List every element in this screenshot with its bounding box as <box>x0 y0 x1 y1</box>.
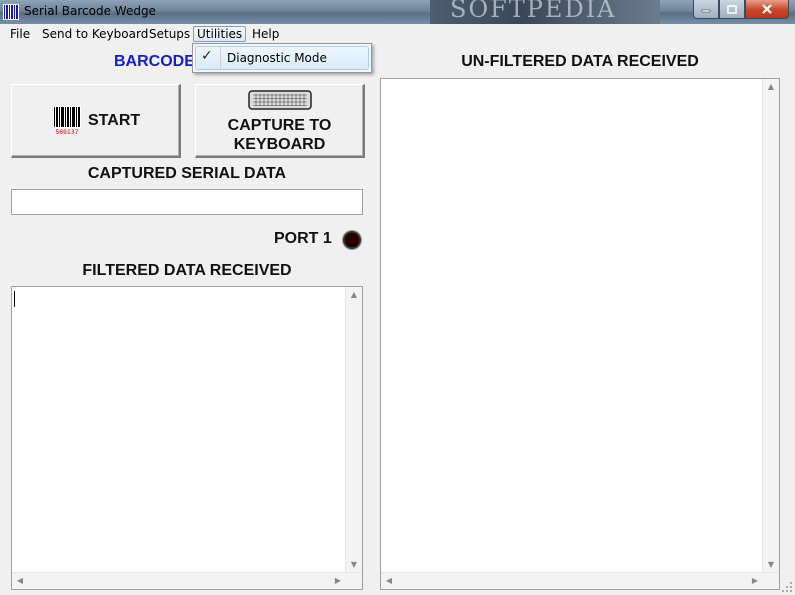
captured-serial-data-field[interactable] <box>11 189 363 215</box>
port-label: PORT 1 <box>274 230 332 247</box>
scroll-up-arrow-icon[interactable]: ▲ <box>763 79 779 95</box>
title-bar[interactable]: Serial Barcode Wedge SOFTPEDIA <box>0 0 795 24</box>
watermark: SOFTPEDIA <box>430 0 660 24</box>
minimize-icon <box>701 9 711 13</box>
unfiltered-data-textarea[interactable]: ▲ ▼ ◀ ▶ <box>380 78 780 590</box>
scroll-down-arrow-icon[interactable]: ▼ <box>346 557 362 573</box>
scroll-right-arrow-icon[interactable]: ▶ <box>330 573 346 589</box>
menu-send-to-keyboard[interactable]: Send to Keyboard <box>38 26 152 42</box>
led-indicator-icon <box>343 231 361 249</box>
app-window: Serial Barcode Wedge SOFTPEDIA File Send… <box>0 0 795 595</box>
client-area: BARCODE 569137 START CAPTURE TO KEYBOARD… <box>0 44 795 595</box>
resize-grip-icon[interactable] <box>781 581 793 593</box>
barcode-icon: 569137 <box>53 106 81 136</box>
watermark-text: SOFTPEDIA <box>450 0 617 23</box>
text-caret <box>14 291 15 307</box>
minimize-button[interactable] <box>693 0 719 19</box>
filtered-horizontal-scrollbar[interactable]: ◀ ▶ <box>12 572 362 589</box>
filtered-data-heading: FILTERED DATA RECEIVED <box>82 262 292 279</box>
menu-item-diagnostic-mode[interactable]: ✓ Diagnostic Mode <box>195 46 369 70</box>
start-button-label: START <box>88 112 141 129</box>
utilities-dropdown-menu: ✓ Diagnostic Mode <box>192 43 372 73</box>
unfiltered-vertical-scrollbar[interactable]: ▲ ▼ <box>762 79 779 573</box>
captured-serial-data-heading: CAPTURED SERIAL DATA <box>87 165 287 182</box>
capture-button-label-line2: KEYBOARD <box>233 136 326 153</box>
menu-help[interactable]: Help <box>248 26 283 42</box>
unfiltered-horizontal-scrollbar[interactable]: ◀ ▶ <box>381 572 779 589</box>
scroll-up-arrow-icon[interactable]: ▲ <box>346 287 362 303</box>
menu-separator <box>220 47 221 69</box>
menu-bar: File Send to Keyboard Setups Utilities H… <box>0 24 795 44</box>
barcode-icon <box>3 4 19 20</box>
capture-to-keyboard-button[interactable]: CAPTURE TO KEYBOARD <box>195 84 365 158</box>
scroll-left-arrow-icon[interactable]: ◀ <box>381 573 397 589</box>
menu-file[interactable]: File <box>6 26 34 42</box>
barcode-number: 569137 <box>56 129 79 136</box>
scroll-right-arrow-icon[interactable]: ▶ <box>747 573 763 589</box>
led-core <box>348 236 354 242</box>
start-button[interactable]: 569137 START <box>11 84 181 158</box>
close-button[interactable] <box>745 0 789 19</box>
close-icon <box>762 4 772 14</box>
barcode-heading: BARCODE <box>114 53 195 70</box>
window-title: Serial Barcode Wedge <box>24 4 156 18</box>
maximize-icon <box>727 4 737 14</box>
menu-setups[interactable]: Setups <box>145 26 194 42</box>
capture-button-label-line1: CAPTURE TO <box>227 117 332 134</box>
unfiltered-data-heading: UN-FILTERED DATA RECEIVED <box>461 53 699 70</box>
filtered-vertical-scrollbar[interactable]: ▲ ▼ <box>345 287 362 573</box>
maximize-button[interactable] <box>719 0 745 19</box>
checkmark-icon: ✓ <box>201 48 213 64</box>
keyboard-icon <box>248 90 312 110</box>
scroll-left-arrow-icon[interactable]: ◀ <box>12 573 28 589</box>
scroll-down-arrow-icon[interactable]: ▼ <box>763 557 779 573</box>
filtered-data-textarea[interactable]: ▲ ▼ ◀ ▶ <box>11 286 363 590</box>
diagnostic-mode-label: Diagnostic Mode <box>227 51 327 65</box>
menu-utilities[interactable]: Utilities <box>193 26 247 42</box>
window-controls <box>693 0 789 19</box>
